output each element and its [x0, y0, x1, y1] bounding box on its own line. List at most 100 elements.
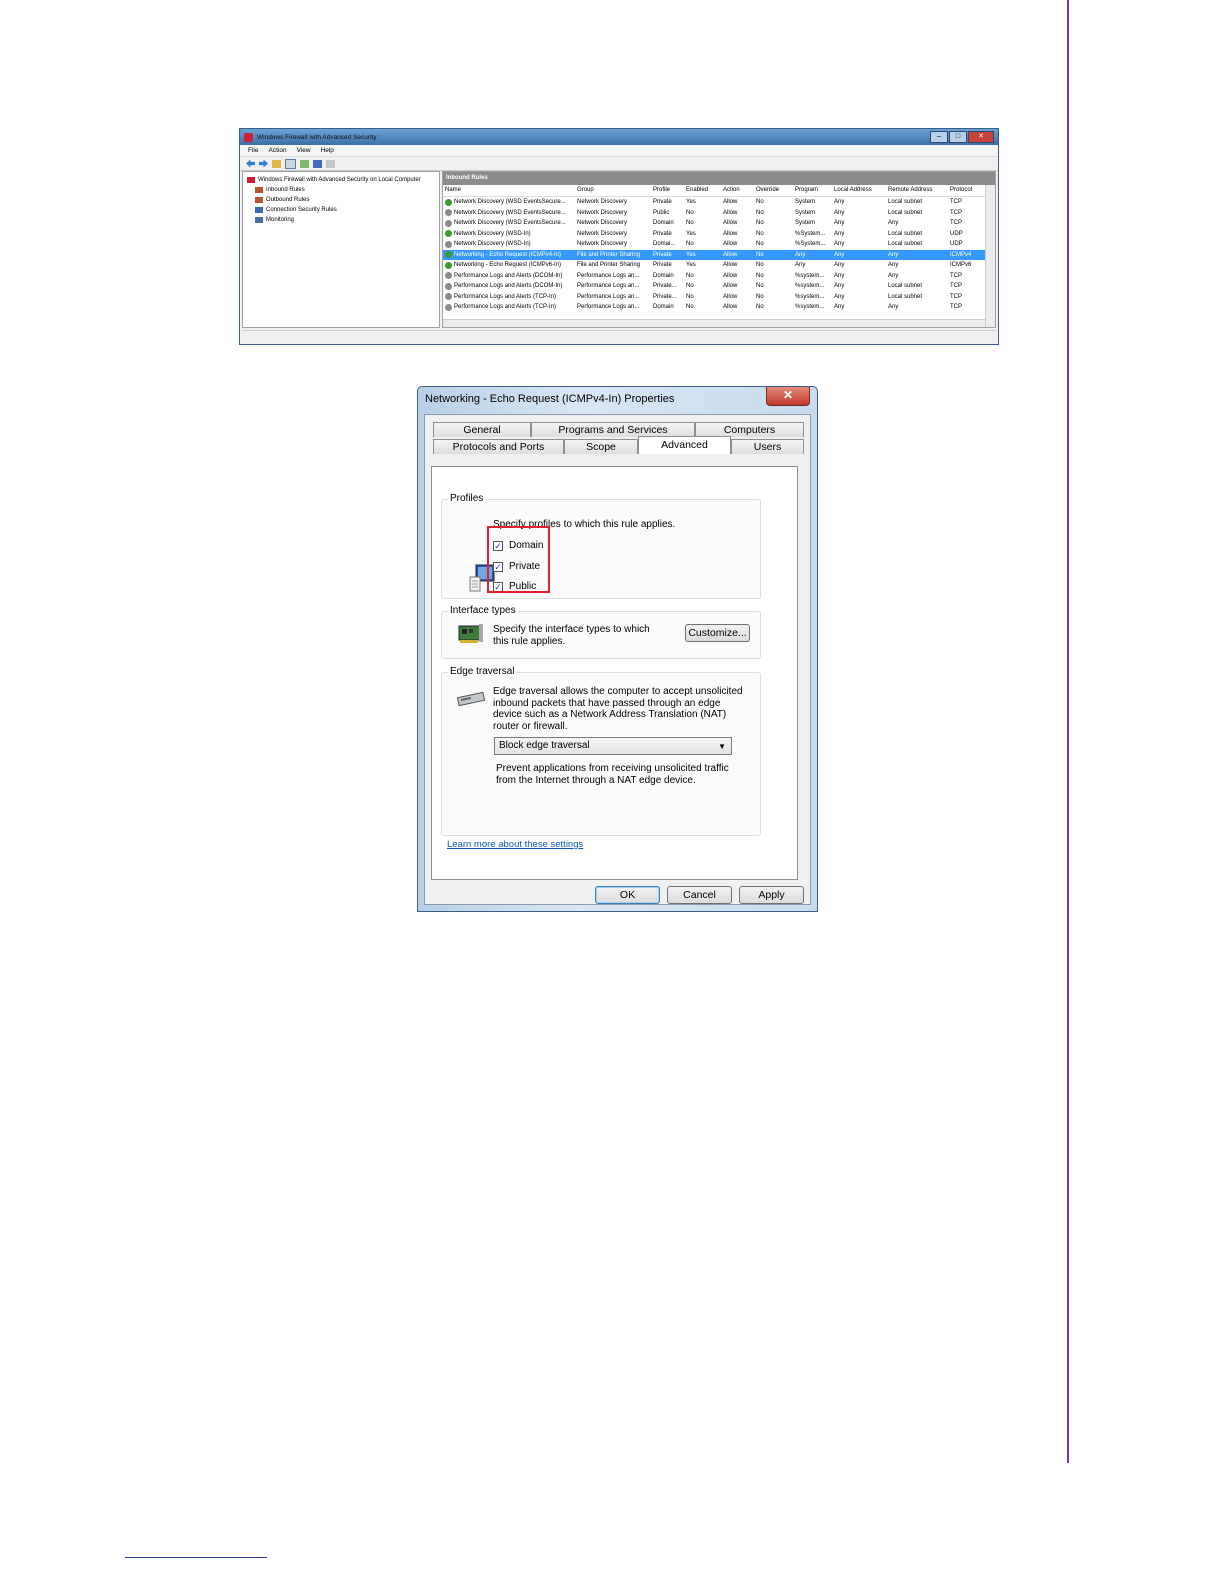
- rule-cell: Network Discovery (WSD-In): [443, 239, 575, 250]
- rule-cell: Network Discovery (WSD-In): [443, 229, 575, 240]
- edge-device-icon: [456, 691, 486, 707]
- rule-name: Performance Logs and Alerts (DCOM-In): [454, 272, 563, 279]
- rule-cell: %system...: [795, 272, 825, 279]
- rule-cell: Any: [888, 262, 899, 268]
- learn-more-link[interactable]: Learn more about these settings: [447, 839, 583, 850]
- rule-cell: Allow: [723, 230, 738, 237]
- rule-cell: Allow: [723, 199, 738, 205]
- edge-traversal-dropdown[interactable]: Block edge traversal ▼: [494, 737, 732, 755]
- forward-arrow-icon[interactable]: [259, 159, 268, 168]
- rules-pane: Inbound Rules Name Group Profile Enabled…: [442, 171, 996, 328]
- column-header[interactable]: Remote Address: [886, 185, 948, 196]
- show-hide-tree-icon[interactable]: [285, 158, 296, 169]
- menu-help[interactable]: Help: [321, 147, 334, 154]
- rule-row[interactable]: Performance Logs and Alerts (DCOM-In) Per…: [443, 271, 995, 282]
- column-header[interactable]: Local Address: [832, 185, 886, 196]
- dialog-title: Networking - Echo Request (ICMPv4-In) Pr…: [425, 393, 675, 405]
- tab-advanced[interactable]: Advanced: [638, 436, 731, 454]
- menu-action[interactable]: Action: [268, 147, 286, 154]
- column-header[interactable]: Override: [754, 185, 793, 196]
- highlight-box: [487, 526, 550, 593]
- rule-row[interactable]: Network Discovery (WSD EventsSecure... Ne…: [443, 218, 995, 229]
- rule-row[interactable]: Performance Logs and Alerts (TCP-In) Perf…: [443, 292, 995, 303]
- horizontal-scrollbar[interactable]: [443, 319, 985, 327]
- rule-cell: Domain: [653, 272, 674, 279]
- cancel-button[interactable]: Cancel: [667, 886, 732, 904]
- rule-cell: Any: [834, 272, 845, 279]
- rule-cell: %System...: [795, 241, 826, 247]
- rule-cell: Performance Logs and Alerts (TCP-In): [443, 292, 575, 303]
- rule-cell: No: [756, 283, 764, 289]
- rule-cell: Allow: [723, 262, 738, 268]
- network-card-icon: [458, 624, 483, 643]
- maximize-button[interactable]: □: [949, 131, 967, 143]
- column-header[interactable]: Protocol: [948, 185, 988, 196]
- menu-view[interactable]: View: [297, 147, 311, 154]
- rule-row[interactable]: Performance Logs and Alerts (TCP-In) Perf…: [443, 302, 995, 313]
- tab-general[interactable]: General: [433, 422, 531, 437]
- column-header[interactable]: Enabled: [684, 185, 721, 196]
- rule-cell: No: [756, 209, 764, 216]
- rule-cell: No: [686, 209, 694, 216]
- rule-cell: TCP: [950, 293, 962, 300]
- help-icon[interactable]: [313, 159, 322, 168]
- menu-file[interactable]: File: [248, 147, 258, 154]
- rule-cell: Any: [888, 251, 899, 258]
- rule-row[interactable]: Networking - Echo Request (ICMPv4-In) Fil…: [443, 249, 995, 260]
- tree-item-root[interactable]: Windows Firewall with Advanced Security …: [247, 175, 439, 185]
- export-list-icon[interactable]: [300, 159, 309, 168]
- column-header[interactable]: Name: [443, 185, 575, 196]
- rule-cell: Any: [834, 262, 845, 268]
- rule-cell: Domain: [653, 220, 674, 226]
- rule-row[interactable]: Performance Logs and Alerts (DCOM-In) Per…: [443, 281, 995, 292]
- rule-cell: Any: [834, 293, 845, 300]
- close-button[interactable]: ✕: [968, 131, 994, 143]
- column-header[interactable]: Program: [793, 185, 832, 196]
- rule-cell: Any: [888, 272, 899, 279]
- rule-disabled-icon: [445, 240, 452, 248]
- page-margin-rule: [1067, 0, 1069, 1463]
- tree-item-monitoring[interactable]: Monitoring: [247, 215, 439, 225]
- rule-row[interactable]: Network Discovery (WSD-In) Network Discov…: [443, 229, 995, 240]
- rule-cell: Any: [795, 262, 806, 268]
- firewall-window: Windows Firewall with Advanced Security …: [239, 128, 999, 345]
- inbound-rules-icon: [255, 187, 263, 193]
- apply-button[interactable]: Apply: [739, 886, 804, 904]
- tab-protocols-and-ports[interactable]: Protocols and Ports: [433, 439, 564, 454]
- tree-item-inbound-rules[interactable]: Inbound Rules: [247, 185, 439, 195]
- rule-cell: Yes: [686, 262, 696, 268]
- rule-row[interactable]: Network Discovery (WSD EventsSecure... Ne…: [443, 208, 995, 219]
- rule-row[interactable]: Networking - Echo Request (ICMPv6-In) Fil…: [443, 260, 995, 271]
- column-header[interactable]: Action: [721, 185, 754, 196]
- customize-button[interactable]: Customize...: [685, 624, 750, 642]
- rule-cell: No: [756, 272, 764, 279]
- firewall-menubar: File Action View Help: [240, 145, 998, 157]
- rule-cell: System: [795, 199, 816, 205]
- rule-cell: No: [686, 293, 694, 300]
- properties-pane-icon[interactable]: [326, 159, 335, 168]
- dialog-close-button[interactable]: ✕: [766, 387, 810, 406]
- firewall-icon: [247, 177, 255, 183]
- rule-cell: Any: [834, 230, 845, 237]
- column-header[interactable]: Profile: [651, 185, 684, 196]
- up-folder-icon[interactable]: [272, 159, 281, 168]
- ok-button[interactable]: OK: [595, 886, 660, 904]
- back-arrow-icon[interactable]: [246, 159, 255, 168]
- rule-name: Performance Logs and Alerts (DCOM-In): [454, 283, 563, 289]
- rule-cell: No: [686, 220, 694, 226]
- vertical-scrollbar[interactable]: [985, 185, 995, 327]
- tab-users[interactable]: Users: [731, 439, 804, 454]
- minimize-button[interactable]: –: [930, 131, 948, 143]
- column-header[interactable]: Group: [575, 185, 651, 196]
- tree-item-connection-security[interactable]: Connection Security Rules: [247, 205, 439, 215]
- rule-cell: Performance Logs and Alerts (DCOM-In): [443, 281, 575, 292]
- tab-programs-and-services[interactable]: Programs and Services: [531, 422, 695, 437]
- tree-item-outbound-rules[interactable]: Outbound Rules: [247, 195, 439, 205]
- rule-row[interactable]: Network Discovery (WSD-In) Network Discov…: [443, 239, 995, 250]
- rule-cell: No: [756, 199, 764, 205]
- tab-computers[interactable]: Computers: [695, 422, 804, 437]
- rule-row[interactable]: Network Discovery (WSD EventsSecure... Ne…: [443, 197, 995, 208]
- rule-cell: Local subnet: [888, 283, 923, 289]
- rule-cell: Local subnet: [888, 199, 923, 205]
- tab-scope[interactable]: Scope: [564, 439, 638, 454]
